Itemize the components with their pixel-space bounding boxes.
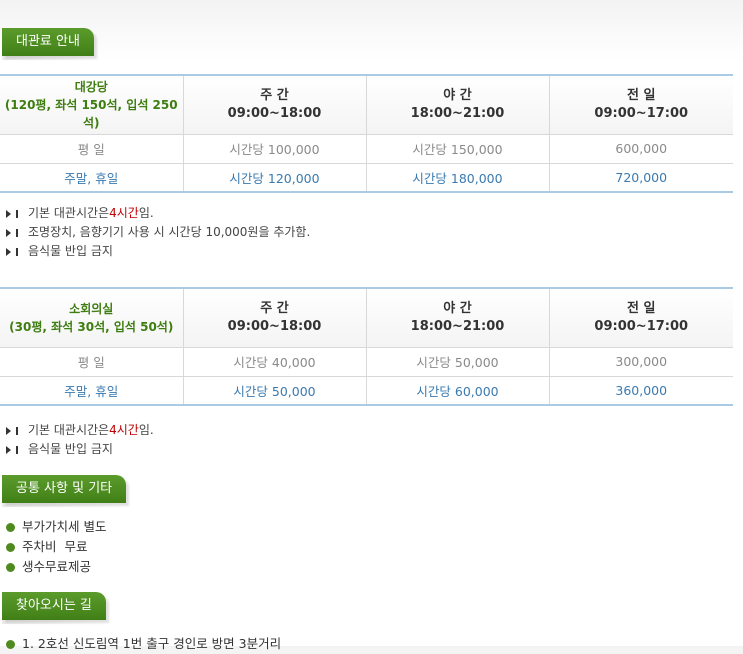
col-time: 18:00~21:00 [410, 105, 505, 121]
col-header-full: 전 일 09:00~17:00 [549, 288, 733, 348]
note-item: 음식물 반입 금지 [6, 242, 310, 261]
venue-header: 대강당 (120평, 좌석 150석, 입석 250석) [0, 75, 184, 135]
table-cell: 360,000 [549, 376, 733, 406]
col-header-night: 야 간 18:00~21:00 [366, 288, 550, 348]
arrow-bullet-icon [6, 445, 28, 454]
bullet-dot-icon [6, 639, 15, 649]
common-list: 부가가치세 별도 주차비 무료 생수무료제공 [6, 517, 106, 577]
note-item: 기본 대관시간은 4시간 임. [6, 421, 154, 440]
directions-section-title: 찾아오시는 길 [16, 598, 92, 613]
col-name: 야 간 [443, 87, 472, 103]
directions-section-tab: 찾아오시는 길 [2, 592, 106, 624]
table-row: 평 일 시간당 100,000 시간당 150,000 600,000 [0, 134, 733, 164]
col-time: 09:00~18:00 [227, 105, 322, 121]
table-cell: 300,000 [549, 347, 733, 377]
table-header-row: 소회의실 (30평, 좌석 30석, 입석 50석) 주 간 09:00~18:0… [0, 288, 733, 348]
col-name: 주 간 [260, 300, 289, 316]
venue-name: 대강당 [74, 79, 108, 94]
bullet-dot-icon [6, 542, 15, 552]
main-hall-notes: 기본 대관시간은 4시간 임. 조명장치, 음향기기 사용 시 시간당 10,00… [6, 204, 310, 261]
row-label: 주말, 휴일 [0, 163, 184, 193]
table-row: 주말, 휴일 시간당 50,000 시간당 60,000 360,000 [0, 376, 733, 406]
list-item: 1. 2호선 신도림역 1번 출구 경인로 방면 3분거리 [6, 634, 281, 654]
col-name: 전 일 [627, 87, 656, 103]
list-item-text: 1. 2호선 신도림역 1번 출구 경인로 방면 3분거리 [22, 636, 282, 651]
venue-capacity: (120평, 좌석 150석, 입석 250석) [4, 97, 178, 130]
table-cell: 시간당 100,000 [183, 134, 367, 164]
table-cell: 720,000 [549, 163, 733, 193]
arrow-bullet-icon [6, 247, 28, 256]
table-cell: 시간당 120,000 [183, 163, 367, 193]
common-section-title: 공통 사항 및 기타 [16, 481, 113, 496]
list-item: 생수무료제공 [6, 557, 106, 577]
directions-list: 1. 2호선 신도림역 1번 출구 경인로 방면 3분거리 [6, 634, 281, 654]
row-label: 주말, 휴일 [0, 376, 184, 406]
table-header-row: 대강당 (120평, 좌석 150석, 입석 250석) 주 간 09:00~18… [0, 75, 733, 135]
col-header-full: 전 일 09:00~17:00 [549, 75, 733, 135]
col-header-night: 야 간 18:00~21:00 [366, 75, 550, 135]
note-text: 음식물 반입 금지 [28, 244, 113, 258]
main-hall-fee-table: 대강당 (120평, 좌석 150석, 입석 250석) 주 간 09:00~18… [0, 74, 733, 193]
small-room-fee-table: 소회의실 (30평, 좌석 30석, 입석 50석) 주 간 09:00~18:0… [0, 287, 733, 406]
col-time: 09:00~17:00 [594, 105, 689, 121]
table-cell: 시간당 180,000 [366, 163, 550, 193]
note-item: 기본 대관시간은 4시간 임. [6, 204, 310, 223]
venue-header: 소회의실 (30평, 좌석 30석, 입석 50석) [0, 288, 184, 348]
note-text: 기본 대관시간은 [28, 423, 110, 437]
note-text: 음식물 반입 금지 [28, 442, 113, 456]
list-item-text: 주차비 무료 [22, 539, 88, 554]
venue-name: 소회의실 [69, 301, 114, 316]
col-time: 18:00~21:00 [410, 318, 505, 334]
table-cell: 시간당 150,000 [366, 134, 550, 164]
list-item-text: 생수무료제공 [22, 559, 92, 574]
list-item: 부가가치세 별도 [6, 517, 106, 537]
note-highlight: 4시간 [109, 423, 139, 437]
common-section-tab: 공통 사항 및 기타 [2, 475, 127, 507]
row-label: 평 일 [0, 347, 184, 377]
note-item: 음식물 반입 금지 [6, 440, 154, 459]
note-text: 조명장치, 음향기기 사용 시 시간당 10,000원을 추가함. [28, 225, 311, 239]
bullet-dot-icon [6, 562, 15, 572]
table-cell: 시간당 40,000 [183, 347, 367, 377]
arrow-bullet-icon [6, 209, 28, 218]
col-name: 야 간 [443, 300, 472, 316]
note-item: 조명장치, 음향기기 사용 시 시간당 10,000원을 추가함. [6, 223, 310, 242]
note-text: 임. [138, 206, 154, 220]
table-cell: 시간당 50,000 [183, 376, 367, 406]
bullet-dot-icon [6, 522, 15, 532]
note-text: 임. [138, 423, 154, 437]
list-item-text: 부가가치세 별도 [22, 519, 107, 534]
fee-section-tab: 대관료 안내 [2, 28, 94, 60]
table-cell: 600,000 [549, 134, 733, 164]
col-name: 주 간 [260, 87, 289, 103]
col-name: 전 일 [627, 300, 656, 316]
col-header-day: 주 간 09:00~18:00 [183, 75, 367, 135]
small-room-notes: 기본 대관시간은 4시간 임. 음식물 반입 금지 [6, 421, 154, 459]
arrow-bullet-icon [6, 426, 28, 435]
table-cell: 시간당 50,000 [366, 347, 550, 377]
list-item: 주차비 무료 [6, 537, 106, 557]
table-row: 평 일 시간당 40,000 시간당 50,000 300,000 [0, 347, 733, 377]
row-label: 평 일 [0, 134, 184, 164]
arrow-bullet-icon [6, 228, 28, 237]
venue-capacity: (30평, 좌석 30석, 입석 50석) [9, 319, 174, 334]
table-cell: 시간당 60,000 [366, 376, 550, 406]
table-row: 주말, 휴일 시간당 120,000 시간당 180,000 720,000 [0, 163, 733, 193]
col-time: 09:00~17:00 [594, 318, 689, 334]
note-highlight: 4시간 [109, 206, 139, 220]
col-header-day: 주 간 09:00~18:00 [183, 288, 367, 348]
fee-section-title: 대관료 안내 [16, 34, 80, 49]
note-text: 기본 대관시간은 [28, 206, 110, 220]
col-time: 09:00~18:00 [227, 318, 322, 334]
